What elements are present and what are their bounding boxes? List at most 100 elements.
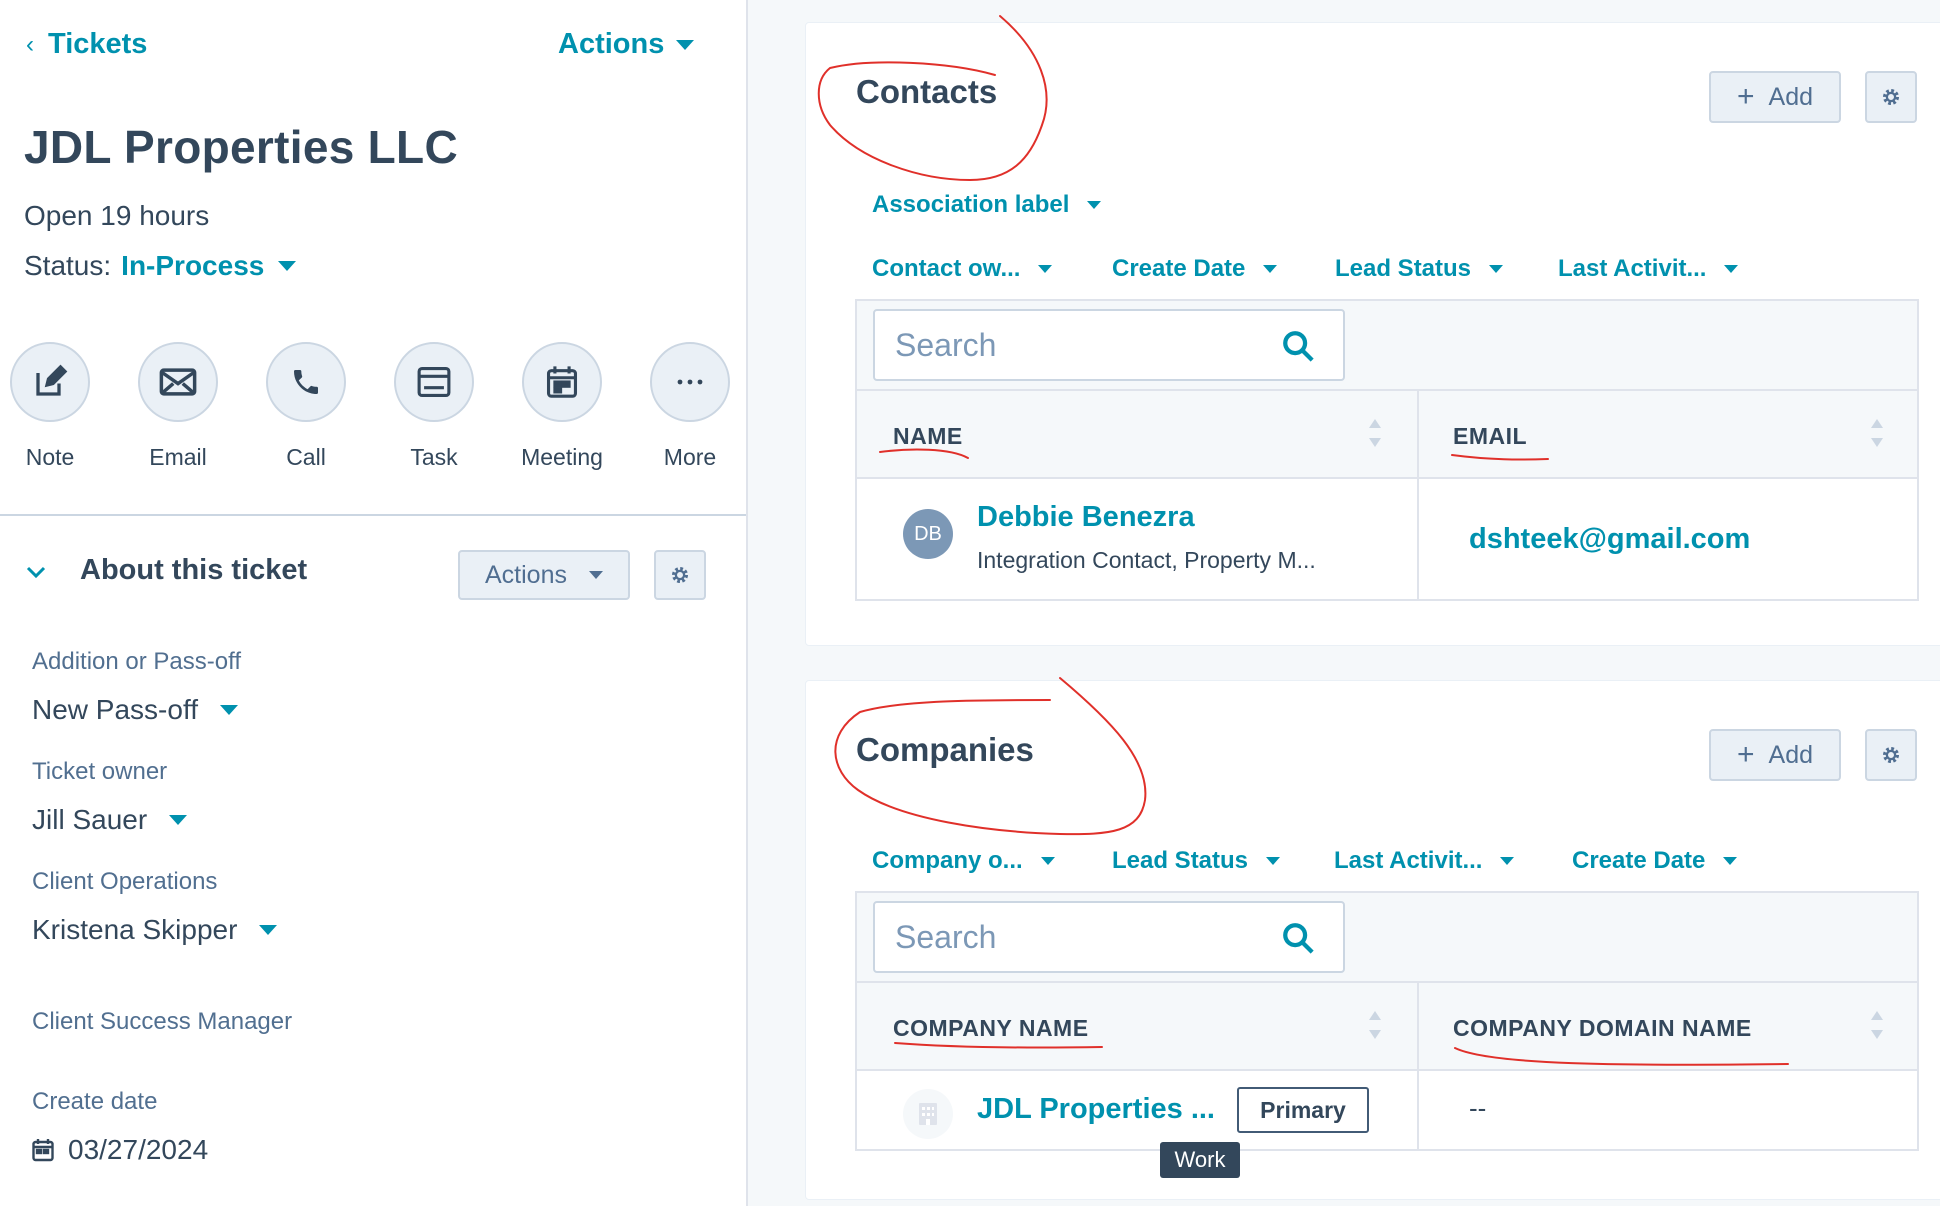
about-actions-button[interactable]: Actions <box>458 550 630 600</box>
sort-icon[interactable] <box>1367 1009 1383 1041</box>
caret-down-icon <box>278 261 297 271</box>
primary-badge: Primary <box>1237 1087 1369 1133</box>
meeting-label: Meeting <box>521 444 603 470</box>
plus-icon: + <box>1736 738 1755 771</box>
add-company-label: Add <box>1768 740 1813 769</box>
name-header-label: NAME <box>893 423 963 449</box>
task-icon[interactable] <box>394 342 474 422</box>
note-button[interactable]: Note <box>0 342 110 471</box>
back-to-tickets-link[interactable]: ‹ Tickets <box>26 28 147 61</box>
contacts-search-input[interactable] <box>895 323 1255 367</box>
add-contact-button[interactable]: + Add <box>1709 71 1841 123</box>
client-ops-dropdown[interactable]: Kristena Skipper <box>32 914 278 946</box>
caret-down-icon <box>1723 857 1738 865</box>
filter-label: Last Activit... <box>1334 847 1483 874</box>
caret-down-icon <box>220 705 238 715</box>
email-label: Email <box>149 444 207 470</box>
client-ops-value: Kristena Skipper <box>32 914 238 945</box>
companies-card: Companies + Add Company o... Lead Status… <box>805 680 1940 1200</box>
create-date-filter[interactable]: Create Date <box>1112 255 1278 283</box>
caret-down-icon <box>1724 265 1739 273</box>
meeting-icon[interactable] <box>522 342 602 422</box>
gear-icon <box>671 566 689 584</box>
email-column-header[interactable]: EMAIL <box>1419 391 1919 479</box>
create-date-property: Create date 03/27/2024 <box>32 1088 208 1166</box>
company-domain-value: -- <box>1469 1093 1487 1123</box>
status-label: Status: <box>24 250 112 281</box>
sort-icon[interactable] <box>1367 417 1383 449</box>
filter-label: Contact ow... <box>872 255 1021 282</box>
add-company-button[interactable]: + Add <box>1709 729 1841 781</box>
addition-dropdown[interactable]: New Pass-off <box>32 694 241 726</box>
note-label: Note <box>25 444 75 470</box>
owner-property: Ticket owner Jill Sauer <box>32 758 188 836</box>
association-label-filter[interactable]: Association label <box>872 191 1102 219</box>
company-name-link[interactable]: JDL Properties ... <box>977 1093 1215 1126</box>
chevron-left-icon: ‹ <box>26 30 34 58</box>
note-icon[interactable] <box>10 342 90 422</box>
companies-settings-button[interactable] <box>1865 729 1917 781</box>
status-dropdown[interactable]: In-Process <box>121 250 297 282</box>
sort-icon[interactable] <box>1869 1009 1885 1041</box>
contacts-settings-button[interactable] <box>1865 71 1917 123</box>
company-name-column-header[interactable]: COMPANY NAME <box>857 983 1419 1071</box>
name-column-header[interactable]: NAME <box>857 391 1419 479</box>
call-icon[interactable] <box>266 342 346 422</box>
contact-owner-filter[interactable]: Contact ow... <box>872 255 1053 283</box>
companies-search-input[interactable] <box>895 915 1255 959</box>
caret-down-icon <box>1038 265 1053 273</box>
contact-email-cell: dshteek@gmail.com <box>1419 479 1919 599</box>
create-date-filter[interactable]: Create Date <box>1572 847 1738 875</box>
addition-label: Addition or Pass-off <box>32 648 242 675</box>
more-icon[interactable] <box>650 342 730 422</box>
contacts-table: NAME EMAIL DB Debbie Benezra Integration… <box>855 299 1919 601</box>
owner-value: Jill Sauer <box>32 804 148 835</box>
csm-property[interactable]: Client Success Manager <box>32 1008 292 1036</box>
companies-table: COMPANY NAME COMPANY DOMAIN NAME JDL Pro… <box>855 891 1919 1151</box>
back-label: Tickets <box>48 28 148 60</box>
about-title: About this ticket <box>80 554 308 586</box>
email-header-label: EMAIL <box>1453 423 1528 449</box>
company-domain-column-header[interactable]: COMPANY DOMAIN NAME <box>1419 983 1919 1071</box>
filter-label: Lead Status <box>1335 255 1472 282</box>
call-label: Call <box>286 444 326 470</box>
owner-label: Ticket owner <box>32 758 168 785</box>
add-contact-label: Add <box>1768 82 1813 111</box>
more-button[interactable]: More <box>630 342 750 471</box>
contacts-table-header: NAME EMAIL <box>857 389 1919 479</box>
contact-name-link[interactable]: Debbie Benezra <box>977 501 1195 534</box>
search-icon[interactable] <box>1281 921 1315 955</box>
contact-email-link[interactable]: dshteek@gmail.com <box>1469 523 1750 556</box>
addition-property: Addition or Pass-off New Pass-off <box>32 648 241 726</box>
lead-status-filter[interactable]: Lead Status <box>1112 847 1281 875</box>
plus-icon: + <box>1736 80 1755 113</box>
lead-status-filter[interactable]: Lead Status <box>1335 255 1504 283</box>
divider <box>0 514 746 516</box>
chevron-down-icon[interactable] <box>24 560 48 584</box>
company-owner-filter[interactable]: Company o... <box>872 847 1055 875</box>
client-ops-label: Client Operations <box>32 868 218 895</box>
create-date-value: 03/27/2024 <box>68 1134 209 1165</box>
last-activity-filter[interactable]: Last Activit... <box>1558 255 1739 283</box>
create-date-field[interactable]: 03/27/2024 <box>32 1134 208 1166</box>
caret-down-icon <box>1500 857 1515 865</box>
about-settings-button[interactable] <box>654 550 706 600</box>
email-icon[interactable] <box>138 342 218 422</box>
calendar-icon <box>32 1139 54 1162</box>
meeting-button[interactable]: Meeting <box>502 342 622 471</box>
last-activity-filter[interactable]: Last Activit... <box>1334 847 1515 875</box>
owner-dropdown[interactable]: Jill Sauer <box>32 804 188 836</box>
caret-down-icon <box>1266 857 1281 865</box>
company-name-cell: JDL Properties ... Primary <box>857 1071 1419 1149</box>
sort-icon[interactable] <box>1869 417 1885 449</box>
actions-dropdown[interactable]: Actions <box>558 28 695 61</box>
company-domain-cell: -- <box>1419 1071 1919 1149</box>
caret-down-icon <box>1087 201 1102 209</box>
about-actions-label: Actions <box>485 560 567 589</box>
caret-down-icon <box>1489 265 1504 273</box>
filter-label: Last Activit... <box>1558 255 1707 282</box>
email-button[interactable]: Email <box>118 342 238 471</box>
call-button[interactable]: Call <box>246 342 366 471</box>
task-button[interactable]: Task <box>374 342 494 471</box>
search-icon[interactable] <box>1281 329 1315 363</box>
